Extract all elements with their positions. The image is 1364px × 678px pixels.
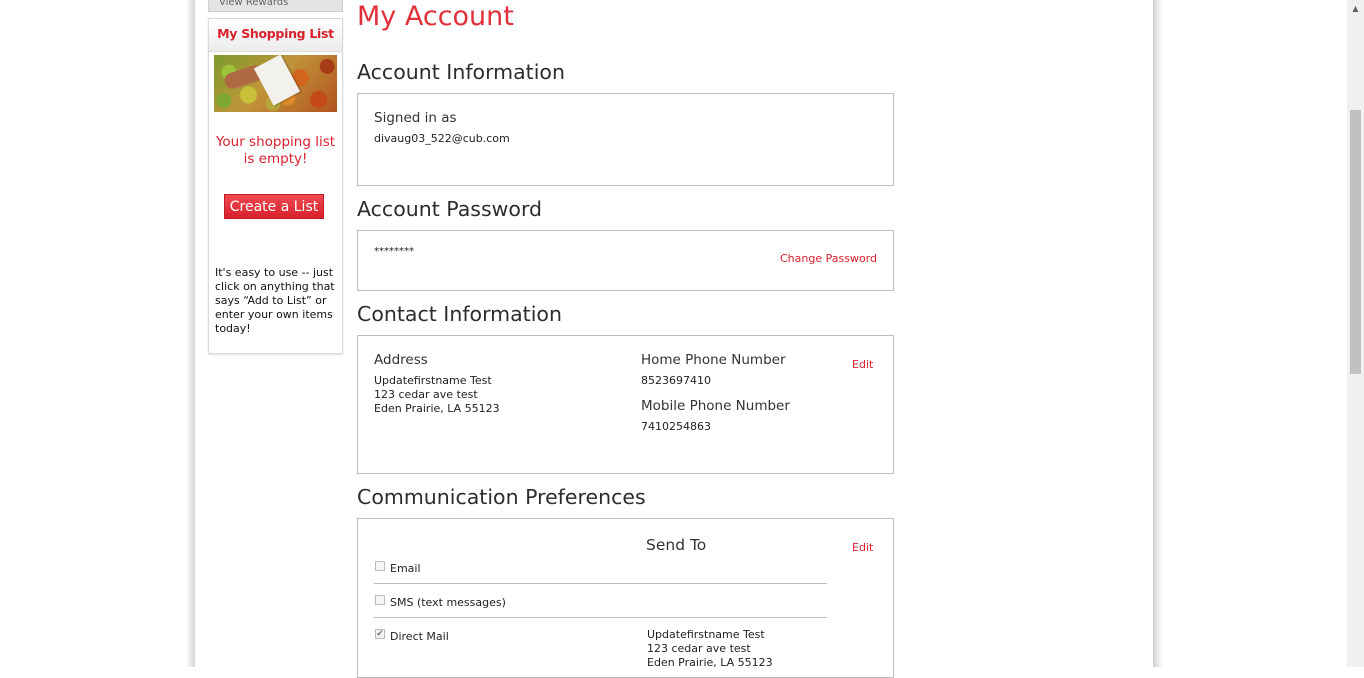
email-checkbox[interactable] — [375, 561, 385, 571]
home-phone-label: Home Phone Number — [641, 352, 786, 368]
mobile-phone-label: Mobile Phone Number — [641, 398, 790, 414]
empty-list-message: Your shopping list is empty! — [215, 134, 336, 167]
mobile-phone-value: 7410254863 — [641, 420, 711, 433]
communication-preferences-heading: Communication Preferences — [357, 485, 646, 509]
home-phone-value: 8523697410 — [641, 374, 711, 387]
produce-image — [214, 55, 337, 112]
divider — [374, 617, 827, 618]
page-shadow-right — [1153, 0, 1163, 667]
scroll-up-arrow-icon[interactable]: ▲ — [1347, 0, 1364, 17]
sms-option-label: SMS (text messages) — [390, 596, 506, 609]
shopping-list-widget: My Shopping List Your shopping list is e… — [208, 18, 343, 354]
mail-address-line-2: 123 cedar ave test — [647, 642, 751, 655]
mail-address-line-3: Eden Prairie, LA 55123 — [647, 656, 773, 669]
direct-mail-option-label: Direct Mail — [390, 630, 449, 643]
change-password-link[interactable]: Change Password — [780, 252, 877, 265]
address-line-2: 123 cedar ave test — [374, 388, 478, 401]
account-information-heading: Account Information — [357, 60, 565, 84]
address-line-1: Updatefirstname Test — [374, 374, 492, 387]
contact-information-heading: Contact Information — [357, 302, 562, 326]
direct-mail-checkbox[interactable]: ✔ — [375, 629, 385, 639]
communication-preferences-card: Send To Edit Email SMS (text messages) ✔… — [357, 518, 894, 678]
divider — [374, 583, 827, 584]
email-option-label: Email — [390, 562, 421, 575]
contact-edit-link[interactable]: Edit — [852, 358, 873, 371]
shopping-list-help-text: It's easy to use -- just click on anythi… — [215, 266, 335, 335]
send-to-label: Send To — [646, 536, 707, 554]
account-password-heading: Account Password — [357, 197, 543, 221]
mail-address-line-1: Updatefirstname Test — [647, 628, 765, 641]
account-email: divaug03_522@cub.com — [374, 132, 510, 145]
sms-checkbox[interactable] — [375, 595, 385, 605]
vertical-scrollbar[interactable]: ▲ — [1347, 0, 1364, 667]
preferences-edit-link[interactable]: Edit — [852, 541, 873, 554]
create-list-button[interactable]: Create a List — [224, 194, 324, 219]
view-rewards-link[interactable]: View Rewards — [208, 0, 343, 12]
address-label: Address — [374, 352, 428, 368]
shopping-list-title: My Shopping List — [209, 19, 342, 52]
page-title: My Account — [357, 1, 514, 32]
account-password-card: ******** Change Password — [357, 230, 894, 291]
contact-information-card: Address Updatefirstname Test 123 cedar a… — [357, 335, 894, 474]
signed-in-label: Signed in as — [374, 110, 457, 126]
scrollbar-thumb[interactable] — [1350, 110, 1361, 374]
masked-password: ******** — [374, 246, 414, 257]
list-paper-graphic — [253, 55, 301, 106]
address-line-3: Eden Prairie, LA 55123 — [374, 402, 500, 415]
account-information-card: Signed in as divaug03_522@cub.com — [357, 93, 894, 186]
